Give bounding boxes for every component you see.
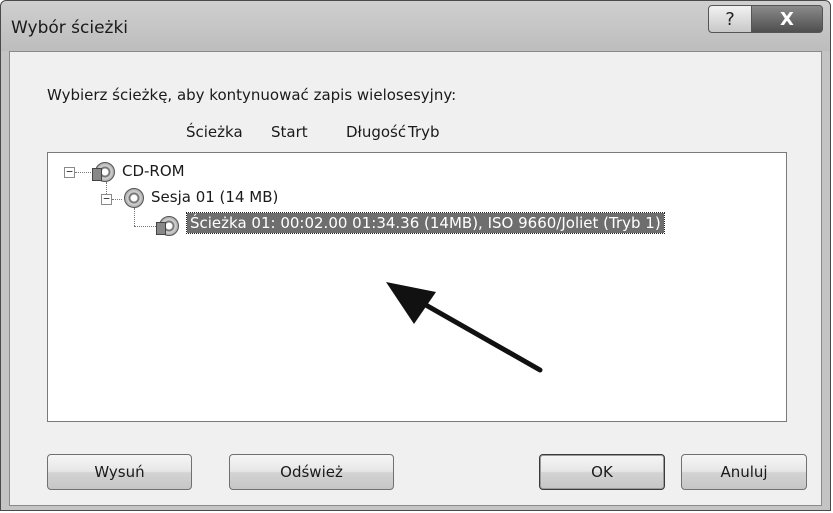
eject-button[interactable]: Wysuń (47, 454, 192, 490)
tree-connector (134, 208, 135, 226)
cd-drive-icon (92, 162, 115, 182)
help-icon: ? (725, 8, 735, 30)
title-bar[interactable]: Wybór ścieżki ? X (1, 1, 830, 51)
tree-connector (75, 172, 93, 173)
tree-connector (112, 199, 122, 200)
help-button[interactable]: ? (708, 5, 752, 33)
session-disc-icon (124, 188, 144, 208)
column-header-mode: Tryb (408, 123, 440, 141)
instruction-text: Wybierz ścieżkę, aby kontynuować zapis w… (47, 86, 457, 104)
column-header-length: Długość (346, 123, 407, 141)
column-header-path: Ścieżka (186, 123, 243, 141)
tree-connector (134, 226, 156, 227)
close-icon: X (780, 8, 794, 30)
session-expander[interactable]: − (101, 193, 112, 205)
annotation-arrow-icon (386, 282, 543, 373)
root-expander[interactable]: − (64, 166, 75, 178)
column-header-start: Start (271, 123, 308, 141)
close-button[interactable]: X (751, 5, 823, 33)
cancel-button[interactable]: Anuluj (681, 454, 807, 490)
tree-item-track-selected[interactable]: Ścieżka 01: 00:02.00 01:34.36 (14MB), IS… (186, 212, 665, 234)
dialog-window: Wybór ścieżki ? X Wybierz ścieżkę, aby k… (0, 0, 831, 511)
tree-item-cdrom[interactable]: CD-ROM (122, 162, 185, 180)
refresh-button[interactable]: Odśwież (229, 454, 394, 490)
ok-button[interactable]: OK (539, 454, 665, 490)
dialog-content: Wybierz ścieżkę, aby kontynuować zapis w… (9, 51, 822, 506)
window-title: Wybór ścieżki (11, 18, 129, 38)
tree-item-session[interactable]: Sesja 01 (14 MB) (151, 188, 278, 206)
track-icon (156, 216, 179, 236)
